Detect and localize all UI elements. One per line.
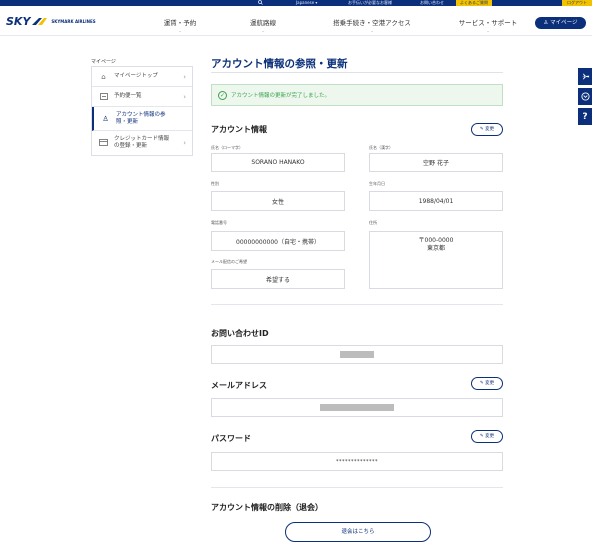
gender-label: 性別 [211,181,219,186]
airplane-icon[interactable] [578,68,592,85]
chevron-right-icon: › [183,92,186,101]
ticket-icon [99,92,108,101]
chevron-icon[interactable] [578,88,592,105]
address-value: 〒000-0000 東京都 [369,231,503,289]
section-divider [211,304,503,305]
edit-email-button[interactable]: ✎ 変更 [471,377,503,390]
page-title: アカウント情報の参照・更新 [211,58,348,70]
sidebar-title: マイページ [91,59,116,65]
sidebar-item-label: マイページトップ [114,73,158,79]
email-pref-value: 希望する [211,269,345,289]
section-divider [211,487,503,488]
account-info-title: アカウント情報 [211,125,267,134]
inquiry-id-value [211,345,503,364]
password-value: ************** [211,452,503,471]
notice-text: アカウント情報の更新が完了しました。 [231,93,331,99]
birthdate-value: 1988/04/01 [369,191,503,211]
phone-value: 00000000000（自宅・携帯） [211,231,345,251]
nav-routes[interactable]: 運航路線 ⌄ [233,6,293,36]
nav-label: 運航路線 [250,19,276,27]
masked-value [320,404,394,411]
delete-account-title: アカウント情報の削除（退会） [211,503,323,512]
gender-value: 女性 [211,191,345,211]
nav-service-support[interactable]: サービス・サポート ⌄ [448,6,528,36]
phone-label: 電話番号 [211,220,227,225]
chevron-right-icon: › [183,139,186,147]
nav-fare-reservation[interactable]: 運賃・予約 ⌄ [150,6,210,36]
mypage-button[interactable]: ♙ マイページ [535,17,586,29]
inquiry-id-title: お問い合わせID [211,329,269,338]
title-divider [211,72,503,73]
nav-label: 搭乗手続き・空港アクセス [333,19,411,27]
sidebar-item-reservations[interactable]: 予約便一覧 › [92,87,192,107]
logo-subtitle: SKYMARK AIRLINES [51,18,96,24]
address-label: 住所 [369,220,377,225]
sidebar-item-label: アカウント情報の参照・更新 [116,111,166,125]
chevron-down-icon: ⌄ [370,28,374,33]
nav-checkin-access[interactable]: 搭乗手続き・空港アクセス ⌄ [322,6,422,36]
birthdate-label: 生年月日 [369,181,385,186]
chevron-down-icon: ⌄ [178,28,182,33]
name-kanji-label: 氏名（漢字） [369,145,393,150]
nav-label: サービス・サポート [458,19,518,27]
chevron-down-icon: ⌄ [486,28,490,33]
logo-wing-icon [32,16,48,26]
skymark-logo[interactable]: SKY SKYMARK AIRLINES [6,14,96,28]
sidebar-item-label: 予約便一覧 [114,93,142,99]
email-pref-label: メール配信のご希望 [211,259,247,264]
sidebar-item-account-info[interactable]: ♙ アカウント情報の参照・更新 [92,107,192,131]
name-roman-label: 氏名（ローマ字） [211,145,243,150]
name-kanji-value: 空野 花子 [369,153,503,172]
sidebar-item-mypage-top[interactable]: ⌂ マイページトップ › [92,67,192,87]
masked-value [340,351,374,358]
email-title: メールアドレス [211,381,267,390]
chevron-right-icon: › [183,72,186,81]
card-icon [99,139,108,147]
password-title: パスワード [211,434,251,443]
sidebar: ⌂ マイページトップ › 予約便一覧 › ♙ アカウント情報の参照・更新 クレジ… [91,66,193,156]
check-circle-icon: ✓ [218,90,227,100]
home-icon: ⌂ [101,72,106,81]
success-notice: ✓ アカウント情報の更新が完了しました。 [211,84,503,106]
name-roman-value: SORANO HANAKO [211,153,345,172]
edit-password-button[interactable]: ✎ 変更 [471,430,503,443]
address-prefecture: 東京都 [426,245,445,252]
address-postal-code: 〒000-0000 [418,237,454,244]
chevron-down-icon: ⌄ [261,28,265,33]
edit-account-button[interactable]: ✎ 変更 [471,123,503,136]
sidebar-item-label: クレジットカード情報の登録・更新 [114,136,170,149]
logo-text: SKY [6,14,31,28]
user-icon: ♙ [102,114,109,123]
help-icon[interactable]: ? [578,108,592,125]
main-header: SKY SKYMARK AIRLINES 運賃・予約 ⌄ 運航路線 ⌄ 搭乗手続… [0,6,592,36]
nav-label: 運賃・予約 [163,19,197,27]
email-value [211,398,503,417]
withdraw-button[interactable]: 退会はこちら [285,522,431,542]
sidebar-item-credit-card[interactable]: クレジットカード情報の登録・更新 › [92,131,192,155]
